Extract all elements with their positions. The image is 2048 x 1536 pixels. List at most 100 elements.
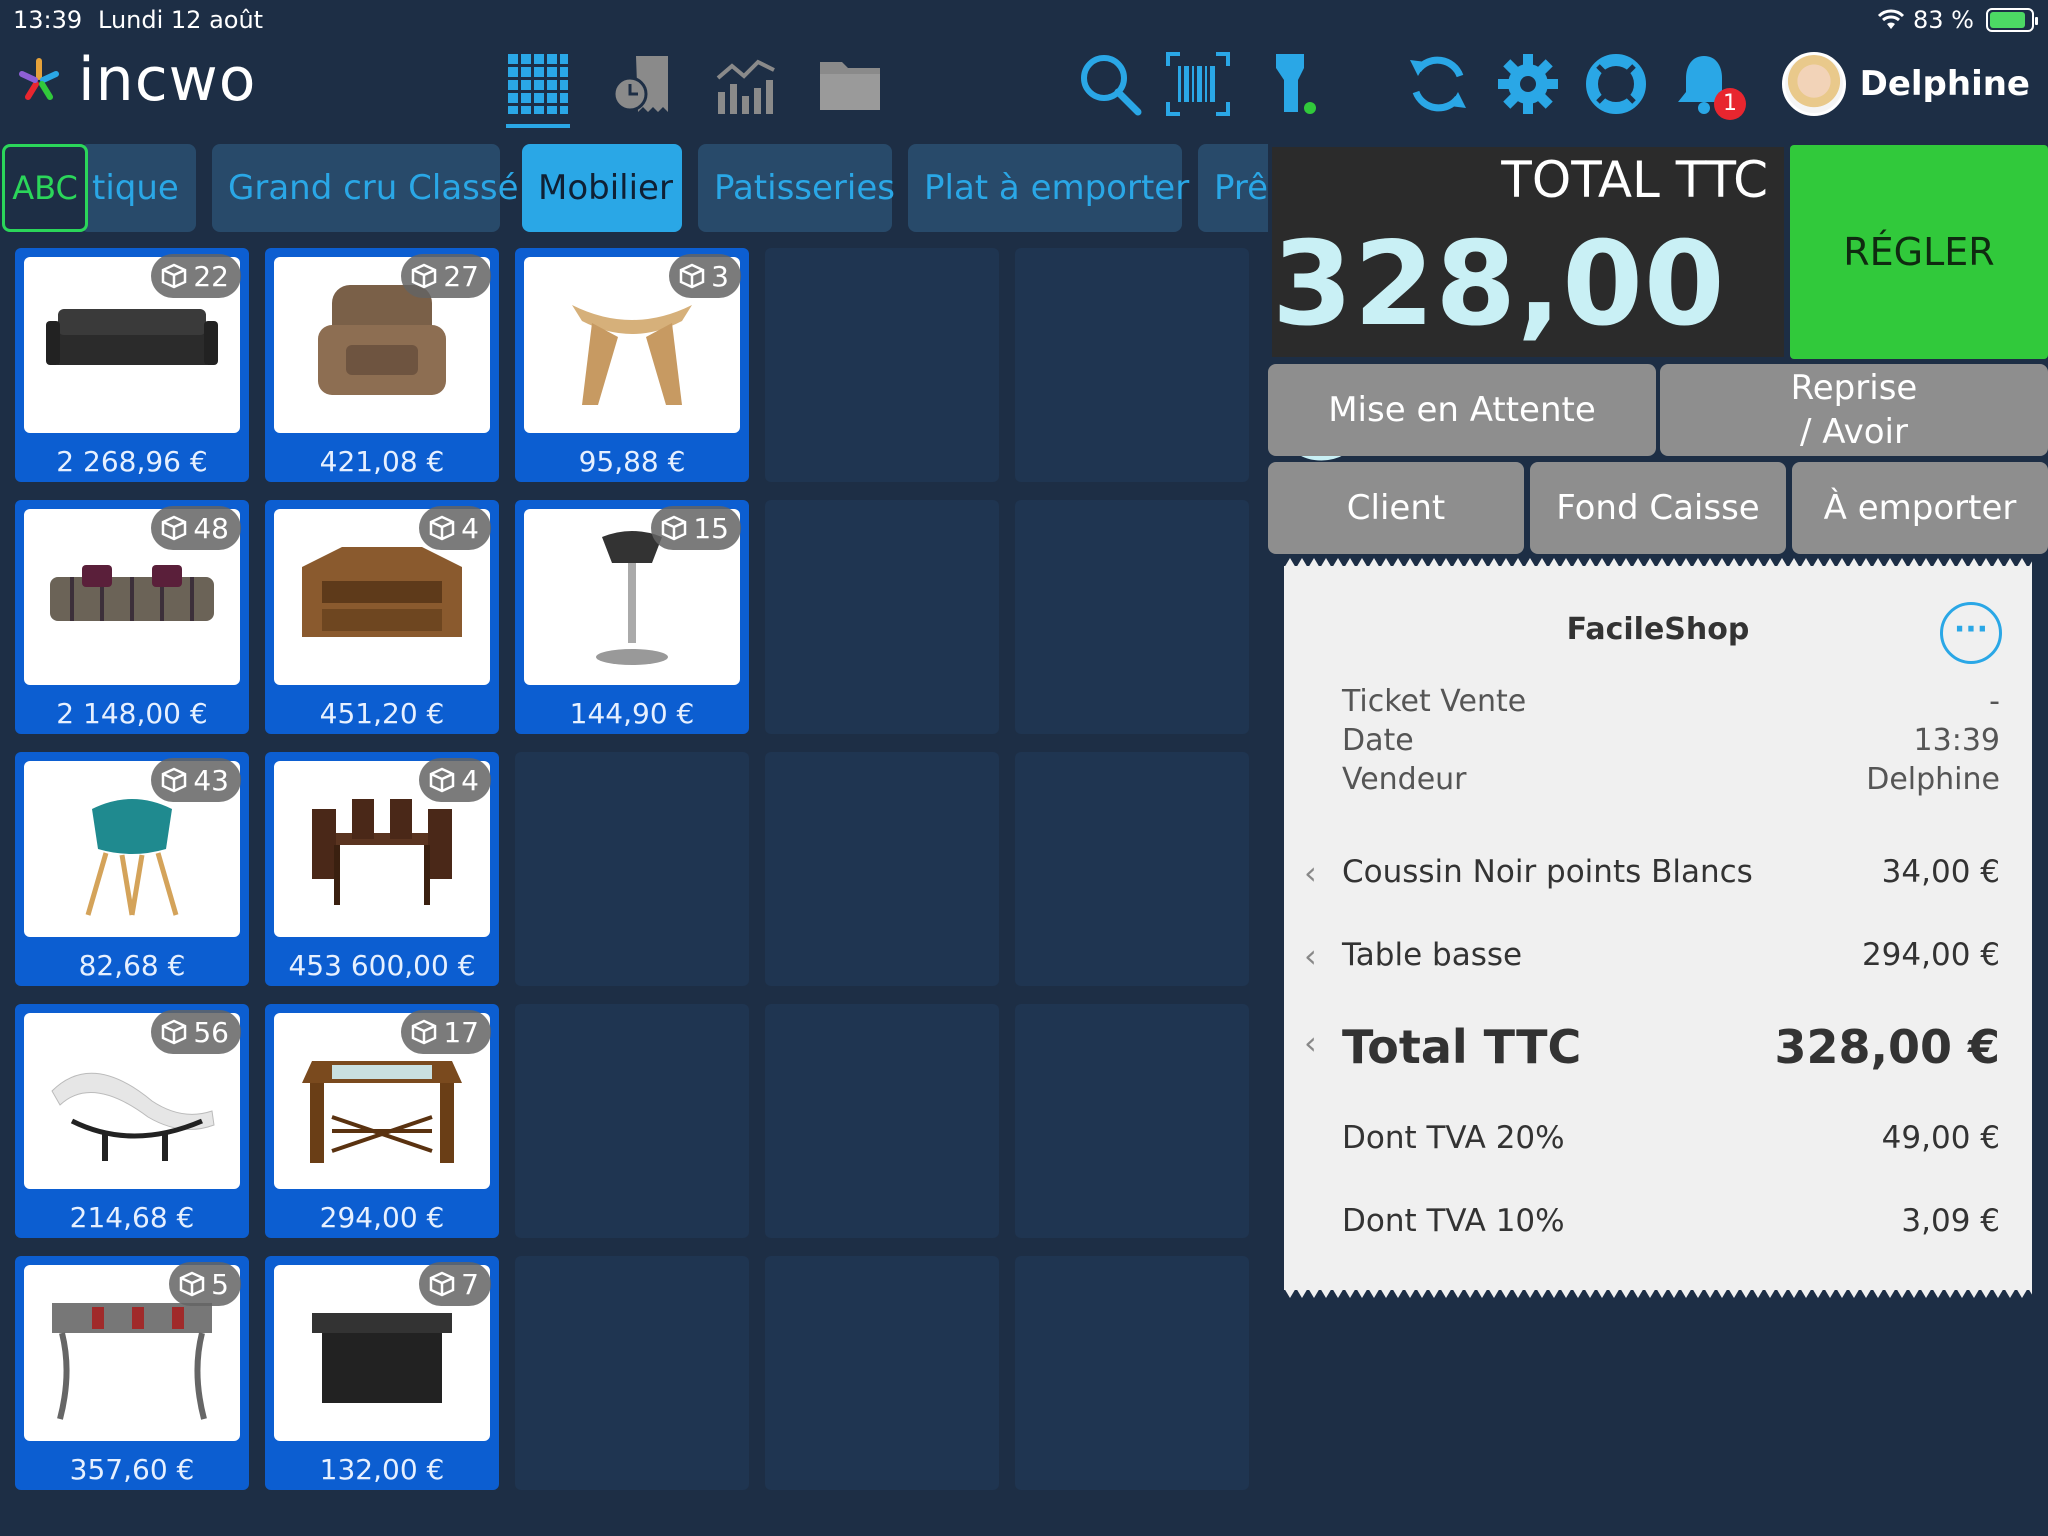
product-tile[interactable]: 3 95,88 €	[515, 248, 749, 482]
stock-count: 48	[193, 511, 229, 545]
battery-percent: 83 %	[1913, 6, 1974, 34]
ticket-total-row[interactable]: Total TTC 328,00 €	[1342, 1020, 2000, 1074]
stock-badge: 5	[169, 1262, 241, 1306]
cash-float-button[interactable]: Fond Caisse	[1530, 462, 1786, 554]
product-tile[interactable]: 56 214,68 €	[15, 1004, 249, 1238]
stock-count: 43	[193, 763, 229, 797]
product-tile[interactable]: 15 144,90 €	[515, 500, 749, 734]
statistics-icon[interactable]	[714, 52, 778, 116]
empty-grid-cell	[515, 1004, 749, 1238]
box-icon	[679, 263, 705, 289]
product-tile[interactable]: 5 357,60 €	[15, 1256, 249, 1490]
stock-count: 4	[461, 511, 479, 545]
tab-abc[interactable]: ABC	[2, 144, 88, 232]
gear-icon[interactable]	[1496, 52, 1560, 116]
box-icon	[179, 1271, 205, 1297]
product-price: 95,88 €	[578, 445, 686, 478]
ticket-meta-row: Date 13:39	[1342, 723, 2000, 758]
product-price: 451,20 €	[319, 697, 445, 730]
empty-grid-cell	[765, 500, 999, 734]
tab-patisseries[interactable]: Patisseries	[698, 144, 895, 232]
chevron-left-icon[interactable]: ‹	[1304, 937, 1317, 975]
empty-grid-cell	[1015, 1256, 1249, 1490]
user-menu[interactable]: Delphine	[1781, 52, 2030, 116]
ticket-meta-row: Ticket Vente -	[1342, 684, 2000, 719]
tab-mobilier[interactable]: Mobilier	[522, 144, 682, 232]
stock-count: 4	[461, 763, 479, 797]
battery-icon	[1986, 8, 2038, 32]
stock-count: 17	[443, 1015, 479, 1049]
box-icon	[161, 515, 187, 541]
box-icon	[429, 515, 455, 541]
ticket-meta-row: Vendeur Delphine	[1342, 762, 2000, 797]
box-icon	[661, 515, 687, 541]
hold-sale-button[interactable]: Mise en Attente	[1268, 364, 1656, 456]
ticket-line-item[interactable]: Coussin Noir points Blancs 34,00 €	[1342, 854, 2000, 890]
chevron-left-icon[interactable]: ‹	[1304, 1024, 1317, 1062]
refund-credit-button[interactable]: Reprise / Avoir	[1660, 364, 2048, 456]
product-price: 294,00 €	[319, 1201, 445, 1234]
receipt-ticket: FacileShop ··· Ticket Vente - Date 13:39 V…	[1284, 558, 2032, 1298]
empty-grid-cell	[1015, 248, 1249, 482]
sync-icon[interactable]	[1406, 52, 1470, 116]
more-options-icon[interactable]: ···	[1940, 602, 2002, 664]
product-tile[interactable]: 17 294,00 €	[265, 1004, 499, 1238]
status-time: 13:39	[13, 6, 83, 34]
empty-grid-cell	[765, 1004, 999, 1238]
empty-grid-cell	[515, 752, 749, 986]
product-tile[interactable]: 48 2 148,00 €	[15, 500, 249, 734]
stock-badge: 15	[651, 506, 741, 550]
stock-count: 56	[193, 1015, 229, 1049]
product-tile[interactable]: 4 451,20 €	[265, 500, 499, 734]
total-display: TOTAL TTC 328,00 €	[1272, 147, 1784, 487]
box-icon	[161, 263, 187, 289]
refund-label-2: / Avoir	[1800, 412, 1908, 452]
product-price: 421,08 €	[319, 445, 445, 478]
tab-boutique[interactable]: tique	[80, 144, 196, 232]
stock-count: 27	[443, 259, 479, 293]
ticket-line-item[interactable]: Table basse 294,00 €	[1342, 937, 2000, 973]
stock-count: 22	[193, 259, 229, 293]
stock-badge: 27	[401, 254, 491, 298]
tab-pret[interactable]: Prê	[1198, 144, 1268, 232]
product-price: 2 148,00 €	[56, 697, 208, 730]
client-button[interactable]: Client	[1268, 462, 1524, 554]
product-tile[interactable]: 7 132,00 €	[265, 1256, 499, 1490]
search-icon[interactable]	[1078, 52, 1142, 116]
pay-button[interactable]: RÉGLER	[1790, 145, 2048, 359]
incwo-logo-icon	[19, 58, 59, 100]
notifications-bell-icon[interactable]: 1	[1672, 52, 1746, 120]
help-lifebuoy-icon[interactable]	[1584, 52, 1648, 116]
stock-count: 7	[461, 1267, 479, 1301]
product-tile[interactable]: 27 421,08 €	[265, 248, 499, 482]
grid-view-icon[interactable]	[506, 52, 570, 128]
empty-grid-cell	[1015, 1004, 1249, 1238]
receipt-history-icon[interactable]	[610, 52, 674, 116]
stock-badge: 22	[151, 254, 241, 298]
ticket-tax-row: Dont TVA 10% 3,09 €	[1342, 1203, 2000, 1239]
folder-icon[interactable]	[818, 52, 882, 116]
tab-grand-cru-classe[interactable]: Grand cru Classé	[212, 144, 519, 232]
empty-grid-cell	[765, 752, 999, 986]
product-tile[interactable]: 4 453 600,00 €	[265, 752, 499, 986]
notification-badge: 1	[1714, 88, 1746, 120]
empty-grid-cell	[515, 1256, 749, 1490]
top-toolbar: incwo 1 Delphine	[0, 38, 2048, 138]
product-tile[interactable]: 22 2 268,96 €	[15, 248, 249, 482]
empty-grid-cell	[1015, 752, 1249, 986]
user-name: Delphine	[1859, 64, 2030, 104]
brand-logo: incwo	[14, 50, 256, 110]
empty-grid-cell	[1015, 500, 1249, 734]
flashlight-icon[interactable]	[1260, 52, 1324, 116]
product-tile[interactable]: 43 82,68 €	[15, 752, 249, 986]
box-icon	[411, 263, 437, 289]
chevron-left-icon[interactable]: ‹	[1304, 854, 1317, 892]
product-price: 82,68 €	[78, 949, 186, 982]
box-icon	[161, 767, 187, 793]
product-price: 132,00 €	[319, 1453, 445, 1486]
barcode-scanner-icon[interactable]	[1166, 52, 1230, 116]
takeaway-button[interactable]: À emporter	[1792, 462, 2048, 554]
ticket-tax-row: Dont TVA 20% 49,00 €	[1342, 1120, 2000, 1156]
refund-label-1: Reprise	[1790, 368, 1918, 408]
tab-plat-a-emporter[interactable]: Plat à emporter	[908, 144, 1189, 232]
